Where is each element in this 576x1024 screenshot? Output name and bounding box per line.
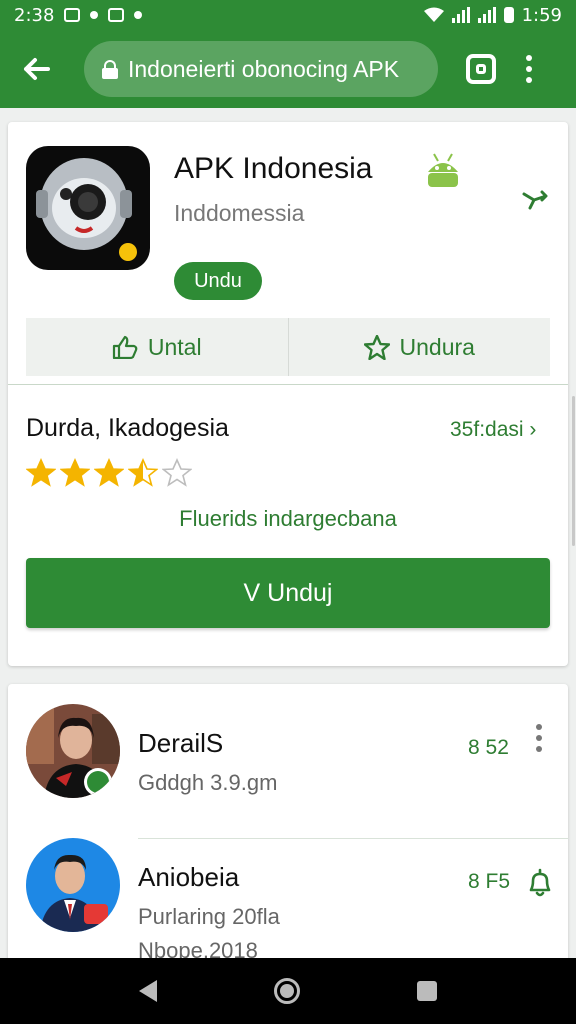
- reviews-count: 35f:dasi: [450, 418, 524, 441]
- lock-icon: [102, 60, 118, 79]
- wifi-icon: [423, 7, 444, 22]
- list-item-subtitle: Purlaring 20fla: [138, 904, 280, 929]
- nav-home-icon[interactable]: [273, 978, 300, 1004]
- browser-toolbar: Indoneierti obonocing APK: [0, 30, 576, 108]
- download-pill-button[interactable]: Undu: [174, 262, 262, 300]
- list-item-title: Aniobeia: [138, 862, 240, 892]
- signal-icon-2: [477, 7, 496, 23]
- install-button[interactable]: Untal: [26, 318, 288, 376]
- list-item-subtitle: Gddgh 3.9.gm: [138, 770, 278, 795]
- download-button[interactable]: V Unduj: [26, 558, 550, 628]
- app-logo-icon: [26, 146, 150, 270]
- star-filled-icon: [94, 458, 124, 487]
- notification-icon-2: [108, 8, 125, 22]
- battery-icon: [503, 7, 514, 23]
- arrow-left-icon: [24, 58, 50, 80]
- list-item-value: 8 F5: [468, 870, 511, 893]
- list-item[interactable]: DerailS Gddgh 3.9.gm 8 52: [8, 700, 568, 839]
- favorite-button[interactable]: Undura: [287, 318, 550, 376]
- url-bar[interactable]: Indoneierti obonocing APK: [84, 41, 438, 97]
- app-card: APK Indonesia Inddomessia Undu Untal Und…: [8, 122, 568, 666]
- android-icon: [422, 150, 464, 195]
- thumbs-up-icon: [112, 335, 138, 359]
- notification-icon: [64, 8, 81, 22]
- status-bar: 2:38 1:59: [0, 0, 576, 30]
- top-app-bar: 2:38 1:59 Indoneierti obonocing APK: [0, 0, 576, 108]
- avatar: [26, 704, 120, 798]
- chevron-right-icon: ›: [529, 418, 537, 441]
- reviews-note: Fluerids indargecbana: [179, 506, 397, 531]
- nav-recents-icon[interactable]: [417, 981, 438, 1001]
- list-item-menu-button[interactable]: [536, 724, 542, 752]
- status-time: 2:38: [14, 4, 55, 26]
- system-nav-bar: [0, 958, 576, 1024]
- avatar: [26, 838, 120, 932]
- signal-icon: [451, 7, 470, 23]
- url-text: Indoneierti obonocing APK: [128, 55, 400, 82]
- battery-text: 1:59: [521, 4, 562, 26]
- overflow-menu-button[interactable]: [526, 55, 532, 83]
- star-empty-icon: [162, 458, 192, 487]
- back-button[interactable]: [12, 45, 60, 93]
- scrollbar[interactable]: [572, 396, 575, 546]
- list-item-value: 8 52: [468, 736, 509, 759]
- favorite-label: Undura: [399, 333, 475, 360]
- app-subtitle: Inddomessia: [174, 200, 305, 226]
- related-list-card: DerailS Gddgh 3.9.gm 8 52 Aniobeia Purla…: [8, 684, 568, 974]
- tab-switcher-button[interactable]: [466, 54, 496, 84]
- star-half-icon: [128, 458, 158, 487]
- share-icon[interactable]: [522, 190, 548, 217]
- star-filled-icon: [60, 458, 90, 487]
- notification-dot-icon-2: [134, 11, 143, 19]
- app-title: APK Indonesia: [174, 152, 373, 185]
- tabs-icon: [476, 64, 486, 74]
- star-outline-icon: [363, 334, 390, 360]
- bell-icon[interactable]: [526, 868, 554, 903]
- divider: [8, 384, 568, 385]
- install-label: Untal: [147, 333, 202, 360]
- star-rating: [26, 458, 192, 488]
- list-item-title: DerailS: [138, 728, 224, 758]
- reviews-count-link[interactable]: 35f:dasi ›: [450, 418, 536, 442]
- nav-back-icon[interactable]: [138, 980, 157, 1002]
- reviews-title: Durda, Ikadogesia: [26, 414, 229, 442]
- star-filled-icon: [26, 458, 56, 487]
- list-item[interactable]: Aniobeia Purlaring 20fla Nbope.2018 8 F5: [8, 834, 568, 974]
- notification-dot-icon: [90, 11, 99, 19]
- action-segment: Untal Undura: [26, 318, 550, 376]
